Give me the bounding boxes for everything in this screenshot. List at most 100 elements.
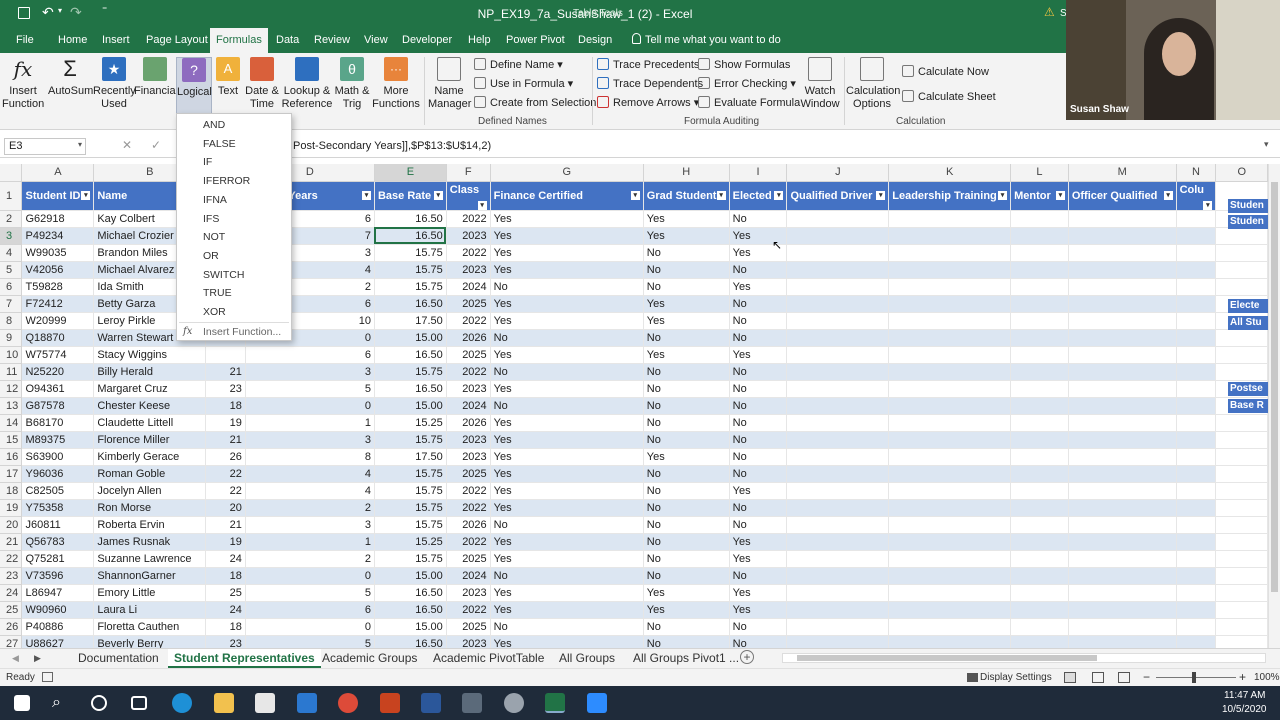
mentor-cell[interactable] xyxy=(1010,465,1069,483)
grad-student-cell[interactable]: No xyxy=(643,431,730,449)
qualified-driver-cell[interactable] xyxy=(786,431,890,449)
elected-cell[interactable]: No xyxy=(729,516,788,534)
base-rate-cell[interactable]: 16.50 xyxy=(374,380,447,398)
grad-student-cell[interactable]: No xyxy=(643,482,730,500)
mentor-cell[interactable] xyxy=(1010,635,1069,648)
name-cell[interactable]: Jocelyn Allen xyxy=(93,482,207,500)
tab-data[interactable]: Data xyxy=(270,28,305,53)
mentor-cell[interactable] xyxy=(1010,397,1069,415)
student-id-cell[interactable]: N25220 xyxy=(21,363,95,381)
class-cell[interactable]: 2025 xyxy=(446,550,491,568)
column-cell[interactable] xyxy=(1176,550,1217,568)
column-header-f[interactable]: F xyxy=(446,164,491,182)
formula-text[interactable]: Post-Secondary Years]],$P$13:$U$14,2) xyxy=(293,140,491,152)
class-cell[interactable]: 2022 xyxy=(446,312,491,330)
officer-qualified-cell[interactable] xyxy=(1068,601,1177,619)
cancel-icon[interactable]: ✕ xyxy=(122,138,132,152)
class-cell[interactable]: 2023 xyxy=(446,431,491,449)
elected-cell[interactable]: No xyxy=(729,329,788,347)
elected-cell[interactable]: Yes xyxy=(729,346,788,364)
column-header-h[interactable]: H xyxy=(643,164,730,182)
mentor-cell[interactable] xyxy=(1010,516,1069,534)
name-manager-button[interactable]: Name Manager xyxy=(428,57,471,111)
page-break-view-icon[interactable] xyxy=(1118,672,1130,683)
elected-cell[interactable]: Yes xyxy=(729,278,788,296)
empty-cell[interactable] xyxy=(1215,533,1268,551)
leadership-training-cell[interactable] xyxy=(888,516,1012,534)
task-view-icon[interactable] xyxy=(131,696,147,710)
post-secondary-years-cell[interactable]: 4 xyxy=(245,482,375,500)
filter-dropdown-icon[interactable]: ▾ xyxy=(477,200,487,209)
leadership-training-cell[interactable] xyxy=(888,210,1012,228)
age-cell[interactable]: 18 xyxy=(205,618,246,636)
mentor-cell[interactable] xyxy=(1010,499,1069,517)
column-header-n[interactable]: N xyxy=(1176,164,1217,182)
empty-cell[interactable] xyxy=(1215,448,1268,466)
class-cell[interactable]: 2025 xyxy=(446,346,491,364)
column-cell[interactable] xyxy=(1176,278,1217,296)
post-secondary-years-cell[interactable]: 0 xyxy=(245,618,375,636)
officer-qualified-cell[interactable] xyxy=(1068,261,1177,279)
student-id-cell[interactable]: V73596 xyxy=(21,567,95,585)
horizontal-scrollbar[interactable] xyxy=(782,653,1266,663)
mentor-cell[interactable] xyxy=(1010,533,1069,551)
class-cell[interactable]: 2023 xyxy=(446,584,491,602)
menu-item-false[interactable]: FALSE xyxy=(203,138,236,150)
mail-icon[interactable] xyxy=(297,693,317,713)
grad-student-cell[interactable]: No xyxy=(643,499,730,517)
menu-item-iferror[interactable]: IFERROR xyxy=(203,175,250,187)
zoom-app-icon[interactable] xyxy=(587,693,607,713)
tab-design[interactable]: Design xyxy=(572,28,618,53)
row-header[interactable]: 25 xyxy=(0,601,23,619)
column-cell[interactable] xyxy=(1176,431,1217,449)
qualified-driver-cell[interactable] xyxy=(786,414,890,432)
class-cell[interactable]: 2022 xyxy=(446,244,491,262)
remove-arrows-button[interactable]: Remove Arrows ▾ xyxy=(597,94,699,112)
tab-page-layout[interactable]: Page Layout xyxy=(140,28,214,53)
finance-certified-cell[interactable]: Yes xyxy=(490,346,644,364)
row-header[interactable]: 2 xyxy=(0,210,23,228)
qualified-driver-cell[interactable] xyxy=(786,635,890,648)
column-header-k[interactable]: K xyxy=(888,164,1012,182)
row-header[interactable]: 21 xyxy=(0,533,23,551)
leadership-training-cell[interactable] xyxy=(888,635,1012,648)
finance-certified-cell[interactable]: Yes xyxy=(490,499,644,517)
base-rate-cell[interactable]: 16.50 xyxy=(374,227,447,245)
column-header-o[interactable]: O xyxy=(1215,164,1268,182)
empty-cell[interactable] xyxy=(1215,346,1268,364)
finance-certified-cell[interactable]: No xyxy=(490,397,644,415)
leadership-training-cell[interactable] xyxy=(888,414,1012,432)
name-cell[interactable]: James Rusnak xyxy=(93,533,207,551)
filter-dropdown-icon[interactable]: ▾ xyxy=(998,190,1008,200)
mentor-cell[interactable] xyxy=(1010,329,1069,347)
elected-cell[interactable]: Yes xyxy=(729,584,788,602)
cortana-icon[interactable] xyxy=(91,695,107,711)
leadership-training-cell[interactable] xyxy=(888,448,1012,466)
qualified-driver-cell[interactable] xyxy=(786,465,890,483)
side-label[interactable]: Base R xyxy=(1228,399,1268,414)
officer-qualified-cell[interactable] xyxy=(1068,397,1177,415)
empty-cell[interactable] xyxy=(1215,227,1268,245)
name-cell[interactable]: Floretta Cauthen xyxy=(93,618,207,636)
class-cell[interactable]: 2025 xyxy=(446,618,491,636)
column-cell[interactable] xyxy=(1176,516,1217,534)
finance-certified-cell[interactable]: Yes xyxy=(490,431,644,449)
elected-cell[interactable]: Yes xyxy=(729,533,788,551)
leadership-training-cell[interactable] xyxy=(888,363,1012,381)
qualified-driver-cell[interactable] xyxy=(786,584,890,602)
age-cell[interactable]: 22 xyxy=(205,465,246,483)
leadership-training-cell[interactable] xyxy=(888,567,1012,585)
zoom-level[interactable]: 100% xyxy=(1254,672,1280,683)
column-header-a[interactable]: A xyxy=(21,164,95,182)
empty-cell[interactable] xyxy=(1215,550,1268,568)
horizontal-scroll-thumb[interactable] xyxy=(797,655,1097,661)
expand-formula-icon[interactable]: ▾ xyxy=(1264,139,1269,150)
empty-cell[interactable] xyxy=(1215,516,1268,534)
finance-certified-cell[interactable]: No xyxy=(490,278,644,296)
age-cell[interactable]: 23 xyxy=(205,380,246,398)
sheet-nav-left-icon[interactable]: ◀ xyxy=(12,653,19,664)
officer-qualified-cell[interactable] xyxy=(1068,550,1177,568)
post-secondary-years-cell[interactable]: 2 xyxy=(245,550,375,568)
name-cell[interactable]: Roberta Ervin xyxy=(93,516,207,534)
filter-dropdown-icon[interactable]: ▾ xyxy=(774,190,784,200)
